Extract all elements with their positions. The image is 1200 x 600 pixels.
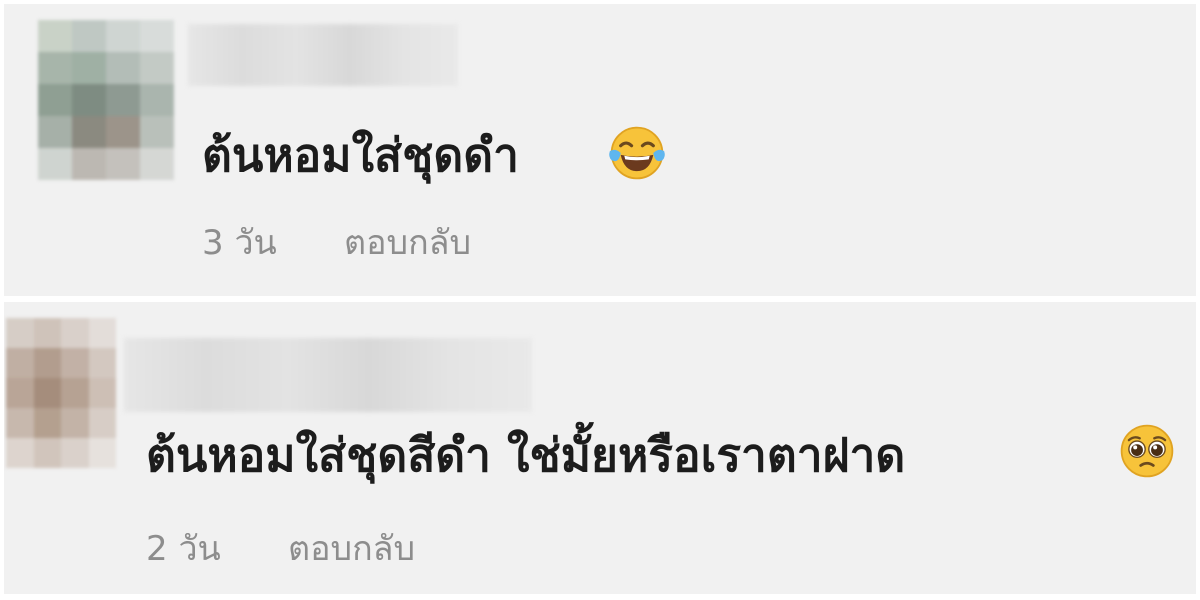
comment-text: ต้นหอมใส่ชุดสีดำ ใช่มั้ยหรือเราตาฝาด bbox=[146, 428, 906, 482]
author-name-blurred[interactable] bbox=[188, 24, 458, 86]
comment-item: ต้นหอมใส่ชุดสีดำ ใช่มั้ยหรือเราตาฝาด 2 ว… bbox=[4, 302, 1196, 594]
comment-timestamp: 2 วัน bbox=[146, 529, 221, 569]
author-name-blurred[interactable] bbox=[124, 338, 532, 412]
pleading-face-icon bbox=[1120, 424, 1174, 478]
reply-link[interactable]: ตอบกลับ bbox=[288, 532, 415, 566]
comment-timestamp: 3 วัน bbox=[202, 223, 277, 263]
avatar[interactable] bbox=[38, 20, 174, 180]
comment-text: ต้นหอมใส่ชุดดำ bbox=[202, 128, 519, 182]
comment-item: ต้นหอมใส่ชุดดำ 3 วัน ตอบกลับ bbox=[4, 4, 1196, 296]
avatar[interactable] bbox=[6, 318, 116, 468]
reply-link[interactable]: ตอบกลับ bbox=[344, 226, 471, 260]
face-with-tears-of-joy-icon bbox=[609, 126, 665, 180]
